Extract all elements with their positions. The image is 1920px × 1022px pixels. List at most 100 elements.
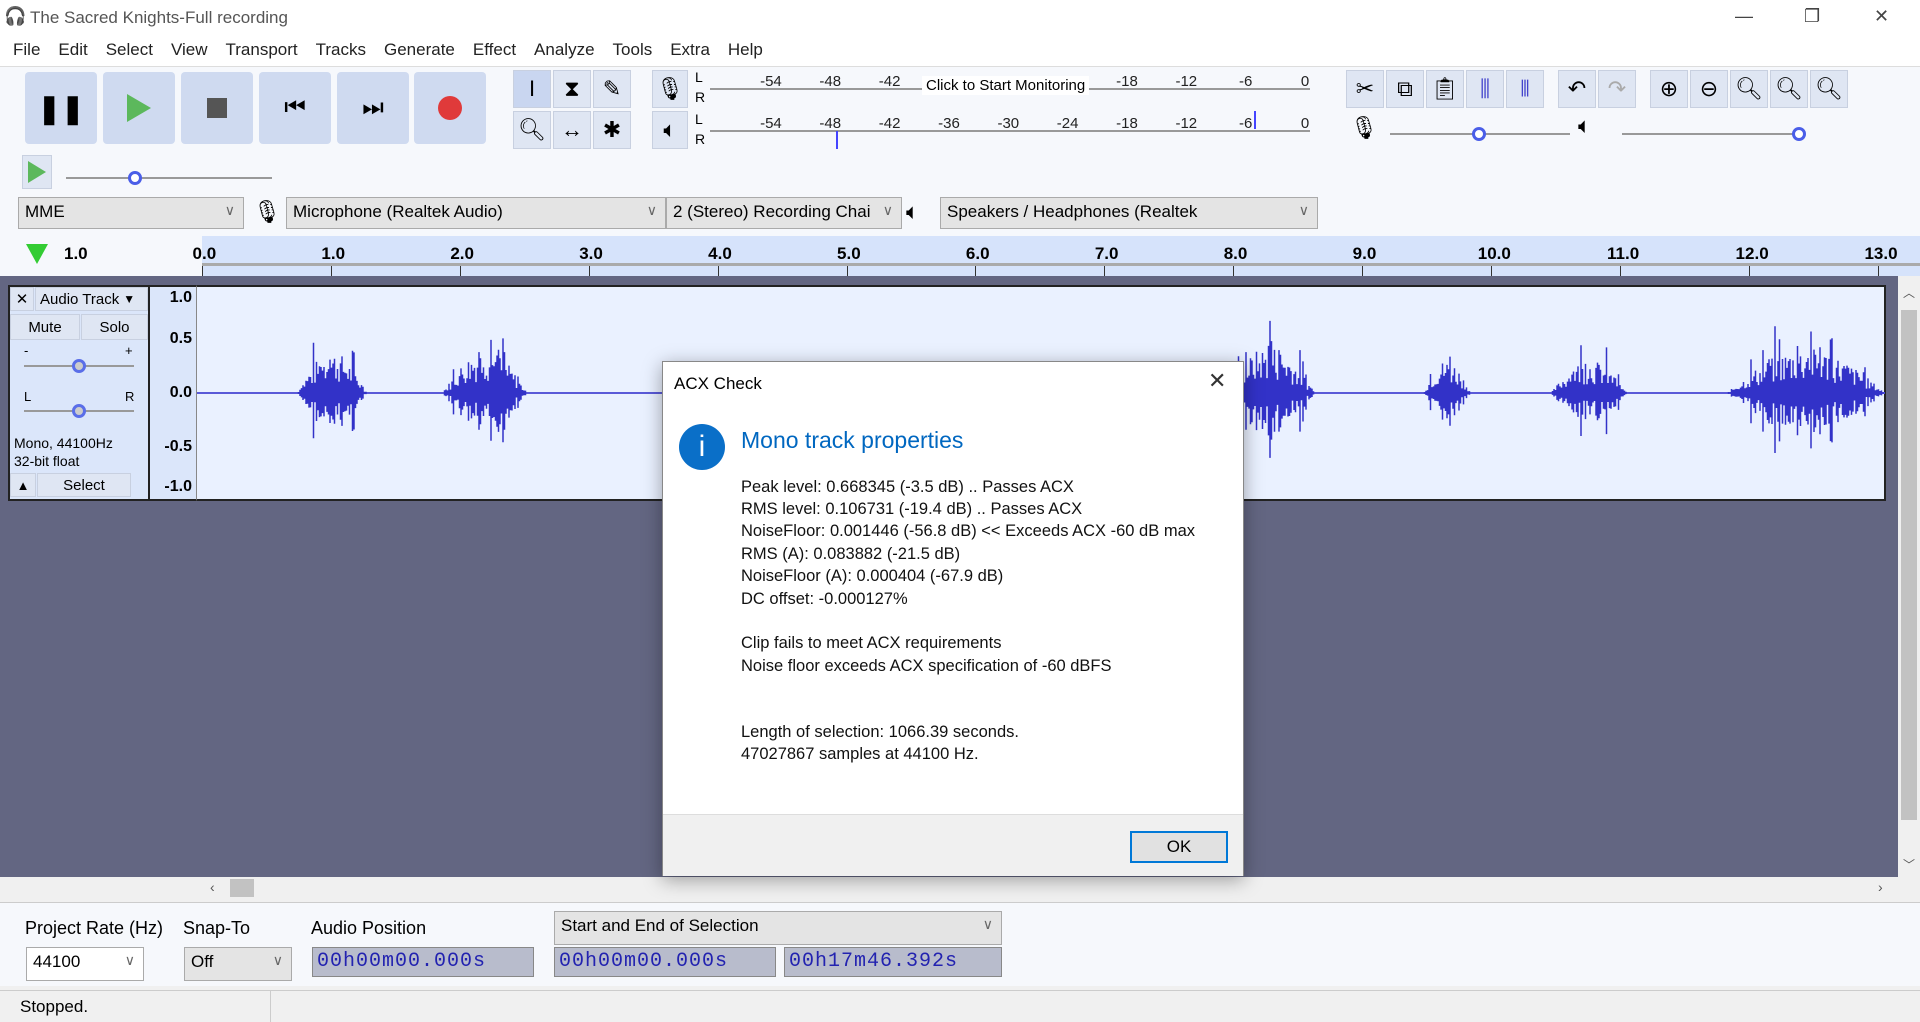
trim-icon: ⫼	[1479, 76, 1491, 101]
track-menu-button[interactable]: Audio Track ▼	[35, 287, 148, 311]
menu-view[interactable]: View	[162, 36, 217, 66]
copy-button[interactable]: ⧉	[1386, 70, 1424, 108]
undo-button[interactable]: ↶	[1558, 70, 1596, 108]
ruler-label: 5.0	[837, 244, 861, 263]
play-speed-thumb[interactable]	[128, 171, 142, 185]
menu-extra[interactable]: Extra	[661, 36, 719, 66]
skip-end-button[interactable]: ⏭	[337, 72, 409, 144]
input-volume-thumb[interactable]	[1472, 127, 1486, 141]
record-meter-button[interactable]: 🎙︎	[652, 70, 688, 108]
skip-start-button[interactable]: ⏮	[259, 72, 331, 144]
vertical-scrollbar[interactable]: ︿ ﹀	[1898, 276, 1920, 877]
solo-label: Solo	[99, 318, 130, 336]
menu-file[interactable]: File	[4, 36, 49, 66]
paste-button[interactable]: 📋︎	[1426, 70, 1464, 108]
menu-analyze[interactable]: Analyze	[525, 36, 603, 66]
menu-tools[interactable]: Tools	[604, 36, 662, 66]
clipboard-icon: 📋︎	[1431, 76, 1459, 101]
vertical-scroll-thumb[interactable]	[1901, 310, 1917, 820]
scroll-down-icon[interactable]: ﹀	[1903, 856, 1915, 873]
recording-channels-select[interactable]: 2 (Stereo) Recording Chai ∨	[666, 197, 902, 229]
waveform-burst	[443, 338, 527, 443]
close-window-button[interactable]: ✕	[1874, 6, 1889, 27]
redo-button[interactable]: ↷	[1598, 70, 1636, 108]
ruler-label: 1.0	[321, 244, 346, 263]
scroll-left-icon[interactable]: ‹	[210, 879, 215, 895]
audio-position-field[interactable]: 00h00m00.000s	[312, 947, 534, 977]
mute-button[interactable]: Mute	[10, 314, 80, 340]
pause-button[interactable]: ❚❚	[25, 72, 97, 144]
minimize-button[interactable]: —	[1735, 6, 1753, 27]
envelope-tool[interactable]: ⧗	[553, 70, 591, 108]
menu-effect[interactable]: Effect	[464, 36, 525, 66]
menu-help[interactable]: Help	[719, 36, 772, 66]
fit-project-button[interactable]: 🔍︎	[1770, 70, 1808, 108]
playback-meter-tick: -36	[938, 115, 960, 132]
ruler-label: 8.0	[1223, 244, 1248, 263]
sample-count-line: 47027867 samples at 44100 Hz.	[741, 745, 979, 763]
selection-tool[interactable]: I	[513, 70, 551, 108]
selection-mode-select[interactable]: Start and End of Selection ∨	[554, 911, 1002, 945]
collapse-track-button[interactable]: ▲	[10, 473, 36, 497]
menu-edit[interactable]: Edit	[49, 36, 96, 66]
ruler-label: 11.0	[1607, 244, 1640, 263]
meter-channel-r: R	[695, 89, 706, 105]
play-speed-slider[interactable]	[66, 177, 272, 179]
trim-button[interactable]: ⫼	[1466, 70, 1504, 108]
draw-tool[interactable]: ✎	[593, 70, 631, 108]
select-track-button[interactable]: Select	[37, 473, 131, 497]
playback-meter-tick: -48	[819, 115, 842, 132]
output-volume-thumb[interactable]	[1792, 127, 1806, 141]
fit-selection-button[interactable]: 🔍︎	[1730, 70, 1768, 108]
timeline-ruler[interactable]: 1.0 0.0 1.0 2.0 3.0 4.0 5.0 6.0 7.0 8.0 9.0 10.0 11…	[0, 236, 1920, 276]
asterisk-icon: ✱	[602, 117, 622, 142]
playback-meter-button[interactable]: 🔈︎	[652, 111, 688, 149]
selection-start-field[interactable]: 00h00m00.000s	[554, 947, 776, 977]
pan-thumb[interactable]	[72, 404, 86, 418]
zoom-in-button[interactable]: ⊕	[1650, 70, 1688, 108]
silence-button[interactable]: ⫴	[1506, 70, 1544, 108]
output-volume-slider[interactable]	[1622, 133, 1802, 135]
ok-button[interactable]: OK	[1130, 831, 1228, 863]
zoom-toggle-button[interactable]: 🔍︎	[1810, 70, 1848, 108]
selection-end-field[interactable]: 00h17m46.392s	[784, 947, 1002, 977]
timeline-options-icon[interactable]	[26, 244, 48, 264]
chevron-down-icon: ∨	[982, 916, 993, 932]
audio-host-select[interactable]: MME ∨	[18, 197, 244, 229]
meter-channel-l: L	[695, 69, 703, 85]
menu-generate[interactable]: Generate	[375, 36, 464, 66]
multi-tool[interactable]: ✱	[593, 111, 631, 149]
start-monitoring-button[interactable]: Click to Start Monitoring	[922, 76, 1090, 95]
zoom-out-button[interactable]: ⊖	[1690, 70, 1728, 108]
close-track-button[interactable]: ✕	[10, 287, 34, 311]
cut-button[interactable]: ✂	[1346, 70, 1384, 108]
snap-to-select[interactable]: Off ∨	[184, 947, 292, 981]
playback-device-select[interactable]: Speakers / Headphones (Realtek ∨	[940, 197, 1318, 229]
stop-button[interactable]	[181, 72, 253, 144]
menu-transport[interactable]: Transport	[217, 36, 307, 66]
horizontal-scroll-thumb[interactable]	[230, 879, 254, 897]
restore-button[interactable]: ❐	[1804, 6, 1820, 27]
selection-end-value: 00h17m46.392s	[789, 950, 959, 973]
dialog-close-button[interactable]: ✕	[1208, 368, 1226, 394]
menu-tracks[interactable]: Tracks	[307, 36, 375, 66]
dc-offset-line: DC offset: -0.000127%	[741, 590, 908, 608]
ruler-tick	[975, 266, 977, 276]
recording-device-select[interactable]: Microphone (Realtek Audio) ∨	[286, 197, 666, 229]
scroll-right-icon[interactable]: ›	[1878, 879, 1883, 895]
project-rate-select[interactable]: 44100 ∨	[26, 947, 144, 981]
scroll-up-icon[interactable]: ︿	[1903, 284, 1915, 301]
play-at-speed-button[interactable]	[22, 155, 52, 189]
scale-label: -1.0	[164, 478, 192, 495]
time-shift-tool[interactable]: ↔	[553, 111, 591, 149]
play-button[interactable]	[103, 72, 175, 144]
horizontal-scrollbar[interactable]: ‹ ›	[0, 877, 1898, 899]
menu-select[interactable]: Select	[97, 36, 162, 66]
toolbars: ❚❚ ⏮ ⏭ I ⧗ ✎ 🔍︎ ↔ ✱ 🎙︎ L R Click to Star…	[0, 66, 1920, 236]
snap-to-label: Snap-To	[183, 918, 251, 938]
gain-thumb[interactable]	[72, 359, 86, 373]
record-button[interactable]	[414, 72, 486, 144]
zoom-tool[interactable]: 🔍︎	[513, 111, 551, 149]
solo-button[interactable]: Solo	[81, 314, 148, 340]
record-meter-tick: -6	[1238, 73, 1253, 90]
